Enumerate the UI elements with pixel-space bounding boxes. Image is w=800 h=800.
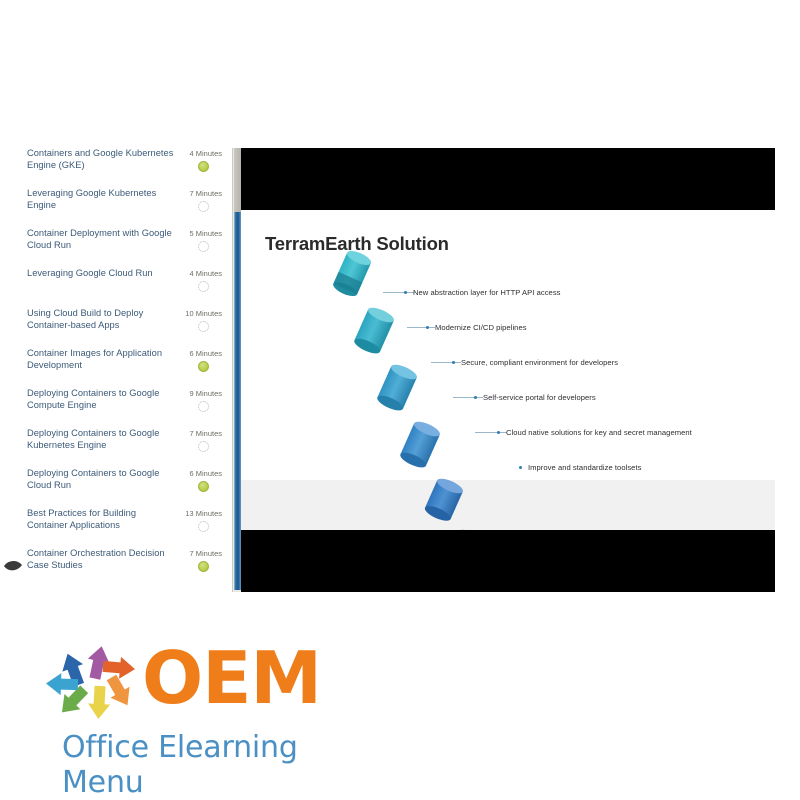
slide-canvas: TerramEarth Solution New abstraction lay…: [241, 210, 775, 530]
lesson-duration: 9 Minutes: [189, 389, 222, 398]
lesson-title[interactable]: Container Images for Application Develop…: [27, 348, 177, 371]
status-completed-icon: [198, 161, 209, 172]
lesson-title[interactable]: Deploying Containers to Google Cloud Run: [27, 468, 177, 491]
lesson-title[interactable]: Container Deployment with Google Cloud R…: [27, 228, 177, 251]
lesson-duration: 7 Minutes: [189, 429, 222, 438]
lesson-status-indicator: [198, 361, 210, 373]
lesson-status-indicator: [198, 441, 210, 453]
lesson-item[interactable]: Container Images for Application Develop…: [0, 348, 232, 388]
lesson-title[interactable]: Leveraging Google Kubernetes Engine: [27, 188, 177, 211]
bullet-dot-icon: [497, 431, 500, 434]
lesson-duration: 7 Minutes: [189, 189, 222, 198]
slide-bullet-text: Secure, compliant environment for develo…: [461, 358, 619, 367]
status-not-started-icon: [198, 521, 209, 532]
logo-wordmark: OEM: [142, 636, 322, 720]
course-progress-rail: [234, 212, 241, 590]
status-completed-icon: [198, 361, 209, 372]
lesson-title[interactable]: Deploying Containers to Google Kubernete…: [27, 428, 177, 451]
lesson-item[interactable]: Deploying Containers to Google Kubernete…: [0, 428, 232, 468]
slide-footer-band: [241, 480, 775, 530]
lesson-item[interactable]: Leveraging Google Kubernetes Engine 7 Min…: [0, 188, 232, 228]
lesson-title[interactable]: Leveraging Google Cloud Run: [27, 268, 177, 280]
lesson-item[interactable]: Best Practices for Building Container Ap…: [0, 508, 232, 548]
slide-bullet-text: Modernize CI/CD pipelines: [435, 323, 527, 332]
lesson-item[interactable]: Leveraging Google Cloud Run 4 Minutes: [0, 268, 232, 308]
lesson-item[interactable]: Using Cloud Build to Deploy Container-ba…: [0, 308, 232, 348]
lesson-duration: 7 Minutes: [189, 549, 222, 558]
lesson-duration: 10 Minutes: [185, 309, 222, 318]
lesson-status-indicator: [198, 401, 210, 413]
oem-logo: OEM Office Elearning Menu: [42, 636, 372, 800]
slide-viewer[interactable]: TerramEarth Solution New abstraction lay…: [241, 148, 775, 592]
slide-bullet: Secure, compliant environment for develo…: [452, 358, 618, 367]
lesson-status-indicator: [198, 281, 210, 293]
slide-bullet-text: New abstraction layer for HTTP API acces…: [413, 288, 561, 297]
lesson-item[interactable]: Containers and Google Kubernetes Engine …: [0, 148, 232, 188]
lesson-status-indicator: [198, 241, 210, 253]
slide-title: TerramEarth Solution: [265, 233, 449, 254]
status-not-started-icon: [198, 241, 209, 252]
lesson-status-indicator: [198, 201, 210, 213]
lesson-title[interactable]: Containers and Google Kubernetes Engine …: [27, 148, 177, 171]
status-not-started-icon: [198, 441, 209, 452]
current-lesson-pointer-icon: [2, 558, 24, 574]
bullet-dot-icon: [474, 396, 477, 399]
bullet-dot-icon: [404, 291, 407, 294]
status-not-started-icon: [198, 201, 209, 212]
logo-tagline: Office Elearning Menu: [62, 730, 298, 800]
lesson-item[interactable]: Deploying Containers to Google Compute E…: [0, 388, 232, 428]
status-completed-icon: [198, 561, 209, 572]
lesson-duration: 6 Minutes: [189, 349, 222, 358]
lesson-status-indicator: [198, 521, 210, 533]
status-completed-icon: [198, 481, 209, 492]
lesson-item[interactable]: Deploying Containers to Google Cloud Run…: [0, 468, 232, 508]
bullet-dot-icon: [426, 326, 429, 329]
slide-bullet-text: Cloud native solutions for key and secre…: [506, 428, 692, 437]
lesson-duration: 5 Minutes: [189, 229, 222, 238]
course-lesson-list[interactable]: Containers and Google Kubernetes Engine …: [0, 148, 232, 592]
lesson-title[interactable]: Container Orchestration Decision Case St…: [27, 548, 177, 571]
slide-bullet: New abstraction layer for HTTP API acces…: [404, 288, 561, 297]
lesson-status-indicator: [198, 561, 210, 573]
lesson-duration: 4 Minutes: [189, 269, 222, 278]
lesson-title[interactable]: Best Practices for Building Container Ap…: [27, 508, 177, 531]
pinwheel-arrows-icon: [46, 646, 135, 719]
lesson-status-indicator: [198, 321, 210, 333]
status-not-started-icon: [198, 281, 209, 292]
slide-bullet: Self-service portal for developers: [474, 393, 596, 402]
slide-bullet: Cloud native solutions for key and secre…: [497, 428, 692, 437]
lesson-status-indicator: [198, 481, 210, 493]
lesson-status-indicator: [198, 161, 210, 173]
status-not-started-icon: [198, 401, 209, 412]
bullet-dot-icon: [452, 361, 455, 364]
slide-bullet-text: Self-service portal for developers: [483, 393, 596, 402]
lesson-duration: 6 Minutes: [189, 469, 222, 478]
bullet-dot-icon: [519, 466, 522, 469]
slide-bullet: Improve and standardize toolsets: [519, 463, 641, 472]
lesson-title[interactable]: Deploying Containers to Google Compute E…: [27, 388, 177, 411]
slide-bullet: Modernize CI/CD pipelines: [426, 323, 527, 332]
slide-bullet-text: Improve and standardize toolsets: [528, 463, 642, 472]
status-not-started-icon: [198, 321, 209, 332]
lesson-item[interactable]: Container Deployment with Google Cloud R…: [0, 228, 232, 268]
lesson-duration: 13 Minutes: [185, 509, 222, 518]
lesson-title[interactable]: Using Cloud Build to Deploy Container-ba…: [27, 308, 177, 331]
lesson-item[interactable]: Container Orchestration Decision Case St…: [0, 548, 232, 588]
lesson-duration: 4 Minutes: [189, 149, 222, 158]
